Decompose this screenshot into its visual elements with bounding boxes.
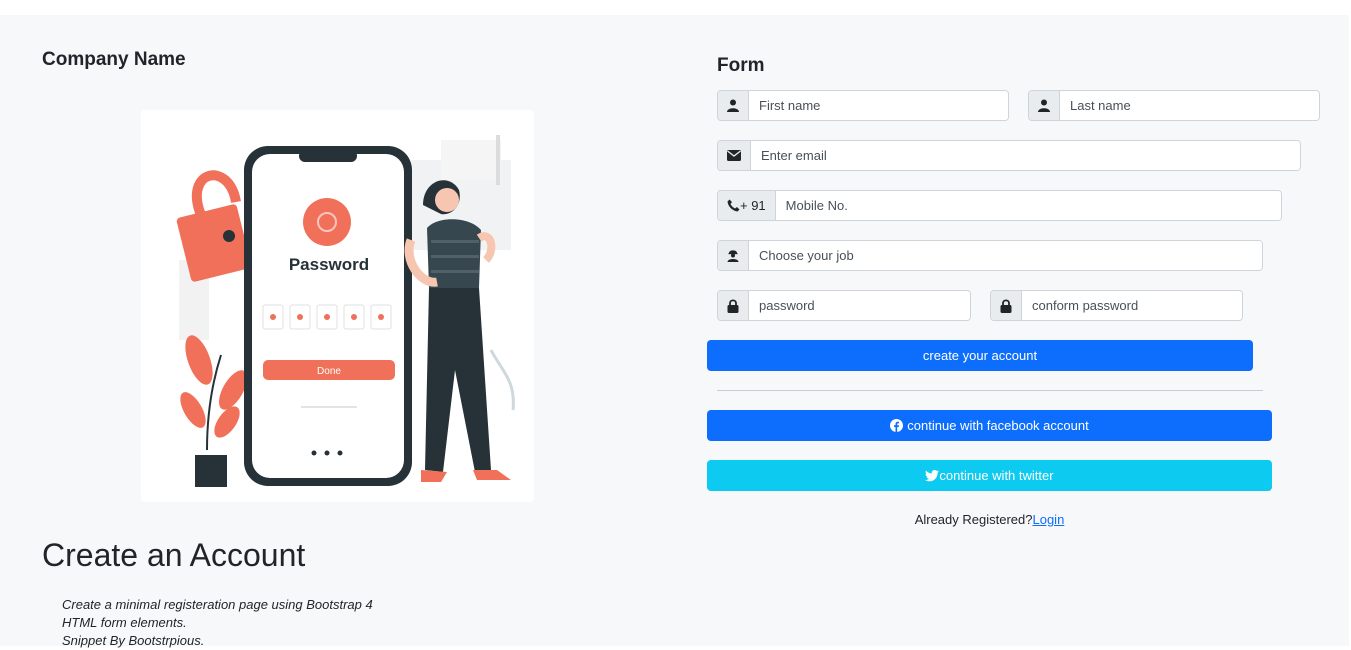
description-line: Snippet By Bootstrpious.: [62, 633, 205, 648]
illustration-password-text: Password: [289, 255, 369, 274]
phone-icon: [727, 199, 740, 212]
confirm-password-group: [990, 290, 1243, 321]
confirm-password-input[interactable]: [1022, 291, 1242, 320]
twitter-icon: [925, 469, 940, 482]
email-group: [717, 140, 1301, 171]
mobile-group: + 91: [717, 190, 1282, 221]
divider: [717, 390, 1263, 391]
lock-icon: [991, 291, 1022, 320]
first-name-input[interactable]: [749, 91, 1008, 120]
twitter-button[interactable]: continue with twitter: [707, 460, 1272, 491]
last-name-group: [1028, 90, 1320, 121]
facebook-label: continue with facebook account: [907, 418, 1089, 433]
description-line: HTML form elements.: [62, 615, 187, 630]
user-icon: [718, 91, 749, 120]
job-select[interactable]: [749, 241, 1262, 270]
already-registered-text: Already Registered?: [914, 512, 1033, 527]
create-account-button[interactable]: create your account: [707, 340, 1253, 371]
job-group: [717, 240, 1263, 271]
facebook-icon: [890, 419, 904, 432]
form-title: Form: [717, 55, 765, 76]
country-code: + 91: [740, 198, 766, 213]
mobile-input[interactable]: [775, 191, 1281, 220]
login-link[interactable]: Login: [1032, 512, 1064, 527]
description-line: Create a minimal registeration page usin…: [62, 597, 373, 612]
last-name-input[interactable]: [1060, 91, 1319, 120]
company-name: Company Name: [42, 49, 186, 70]
email-input[interactable]: [751, 141, 1300, 170]
twitter-label: continue with twitter: [939, 468, 1054, 483]
illustration-done-text: Done: [317, 366, 341, 377]
hero-illustration: Password Done: [141, 110, 534, 502]
worker-icon: [718, 241, 749, 270]
already-registered: Already Registered?Login: [707, 512, 1272, 527]
create-account-title: Create an Account: [42, 537, 306, 573]
facebook-button[interactable]: continue with facebook account: [707, 410, 1272, 441]
password-input[interactable]: [749, 291, 970, 320]
lock-icon: [718, 291, 749, 320]
envelope-icon: [718, 141, 751, 170]
first-name-group: [717, 90, 1009, 121]
phone-prefix: + 91: [718, 191, 776, 220]
create-account-label: create your account: [922, 348, 1038, 363]
description: Create a minimal registeration page usin…: [62, 596, 373, 650]
password-group: [717, 290, 971, 321]
user-icon: [1029, 91, 1060, 120]
